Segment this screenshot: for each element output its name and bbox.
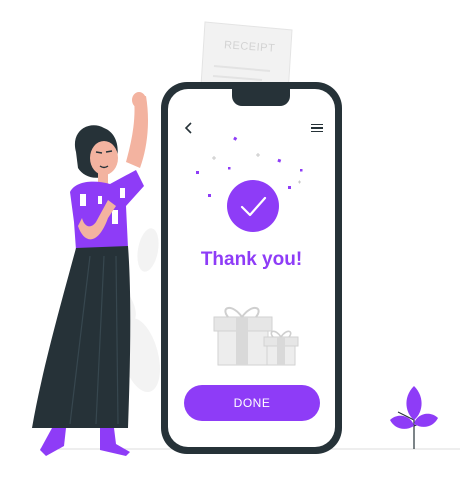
purple-plant (390, 386, 438, 449)
leaf-top (406, 386, 422, 420)
illustration-scene: RECEIPT Thank you! DONE (0, 0, 472, 484)
